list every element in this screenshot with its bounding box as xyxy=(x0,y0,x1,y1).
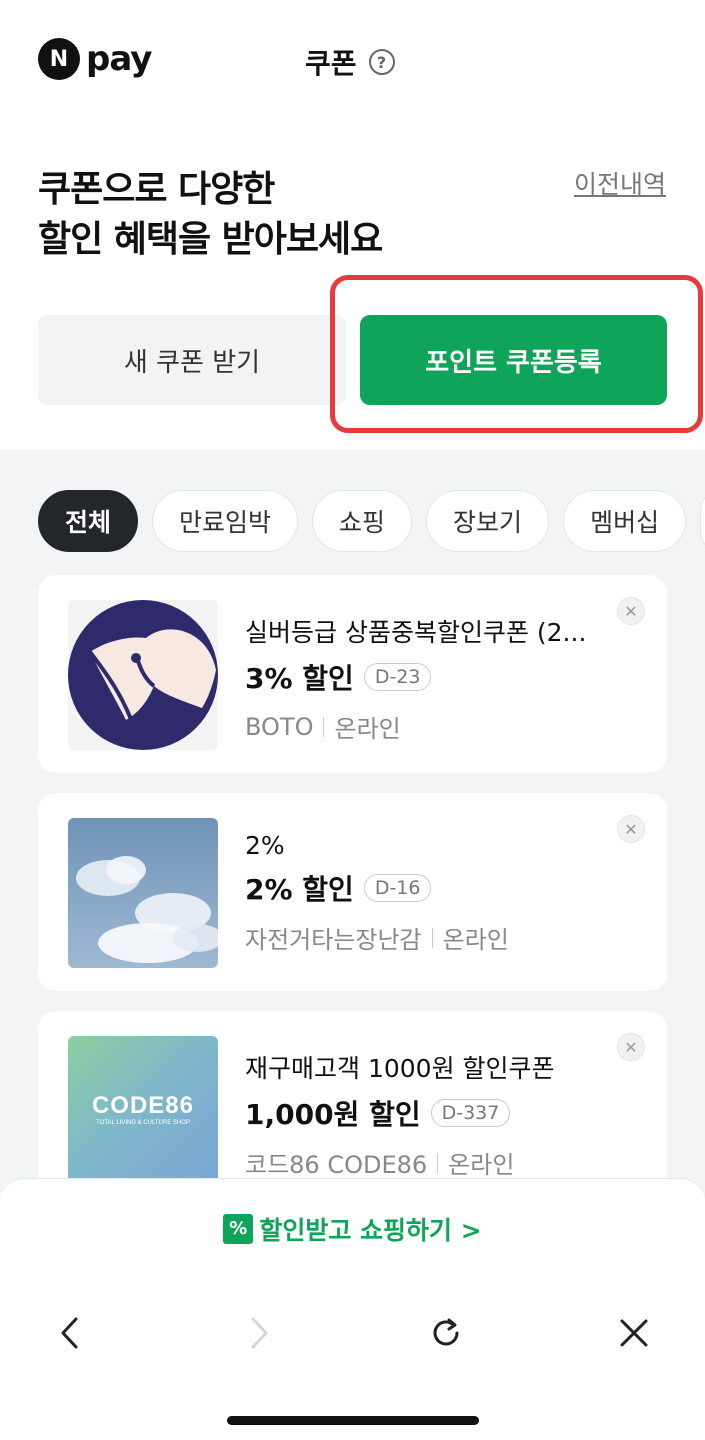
coupon-channel: 온라인 xyxy=(442,926,509,954)
filter-chip-membership[interactable]: 멤버십 xyxy=(563,490,687,552)
coupon-dday-badge: D-16 xyxy=(363,874,432,902)
boto-logo xyxy=(68,600,218,750)
forward-icon[interactable] xyxy=(234,1308,284,1358)
shop-with-discount-cta[interactable]: % 할인받고 쇼핑하기 > xyxy=(0,1178,705,1278)
filter-chip-grocery[interactable]: 장보기 xyxy=(426,490,550,552)
title-wrap: 쿠폰 ? xyxy=(305,42,395,82)
register-coupon-button[interactable]: 포인트 쿠폰등록 xyxy=(360,315,667,405)
help-icon[interactable]: ? xyxy=(368,49,395,75)
coupon-amount: 2% 할인 xyxy=(245,873,354,906)
coupon-card[interactable]: 2% 2% 할인 D-16 자전거타는장난감 온라인 ✕ xyxy=(38,793,667,991)
new-coupon-button[interactable]: 새 쿠폰 받기 xyxy=(38,315,346,405)
coupon-amount: 1,000원 할인 xyxy=(245,1098,421,1131)
coupon-amount: 3% 할인 xyxy=(245,662,354,695)
divider xyxy=(437,1152,439,1173)
headline-line-2: 할인 혜택을 받아보세요 xyxy=(38,219,383,260)
remove-coupon-close-icon[interactable]: ✕ xyxy=(617,815,645,843)
cta-label: 할인받고 쇼핑하기 > xyxy=(259,1215,482,1245)
sky-clouds-image xyxy=(68,818,218,968)
percent-icon: % xyxy=(223,1213,254,1244)
divider xyxy=(323,716,325,737)
hero: 쿠폰으로 다양한 할인 혜택을 받아보세요 이전내역 xyxy=(38,165,678,265)
coupon-store: 코드86 CODE86 xyxy=(245,1151,428,1179)
remove-coupon-close-icon[interactable]: ✕ xyxy=(617,1033,645,1061)
page-title: 쿠폰 xyxy=(305,47,357,80)
filter-chip-shopping[interactable]: 쇼핑 xyxy=(312,490,413,552)
code86-logo-text: CODE86 xyxy=(91,1092,195,1119)
npay-logo[interactable]: N pay xyxy=(38,38,152,80)
coupon-name: 재구매고객 1000원 할인쿠폰 xyxy=(245,1054,555,1083)
coupon-store: 자전거타는장난감 xyxy=(245,926,422,954)
coupon-dday-badge: D-337 xyxy=(430,1099,511,1127)
coupon-info: 2% 2% 할인 D-16 자전거타는장난감 온라인 xyxy=(245,831,605,955)
logo-badge: N xyxy=(38,38,80,80)
back-icon[interactable] xyxy=(45,1308,95,1358)
coupon-name: 2% xyxy=(245,831,285,860)
remove-coupon-close-icon[interactable]: ✕ xyxy=(617,597,645,625)
coupon-name: 실버등급 상품중복할인쿠폰 (2... xyxy=(245,618,587,647)
coupon-meta: 자전거타는장난감 온라인 xyxy=(245,920,605,955)
filter-chip-all[interactable]: 전체 xyxy=(38,490,139,552)
history-link[interactable]: 이전내역 xyxy=(574,165,666,201)
refresh-icon[interactable] xyxy=(421,1308,471,1358)
filter-chips: 전체 만료임박 쇼핑 장보기 멤버십 xyxy=(38,490,705,552)
coupon-amount-row: 2% 할인 D-16 xyxy=(245,868,605,908)
browser-nav-bar xyxy=(0,1278,705,1440)
home-indicator xyxy=(227,1416,479,1425)
logo-text: pay xyxy=(86,39,152,79)
coupon-amount-row: 1,000원 할인 D-337 xyxy=(245,1093,605,1133)
filter-chip-expiring[interactable]: 만료임박 xyxy=(152,490,299,552)
coupon-dday-badge: D-23 xyxy=(363,663,432,691)
divider xyxy=(431,927,433,948)
coupon-card[interactable]: 실버등급 상품중복할인쿠폰 (2... 3% 할인 D-23 BOTO 온라인 … xyxy=(38,575,667,773)
action-buttons: 새 쿠폰 받기 포인트 쿠폰등록 xyxy=(38,275,703,433)
filter-chip-more[interactable] xyxy=(700,490,705,552)
coupon-meta: 코드86 CODE86 온라인 xyxy=(245,1145,605,1180)
coupon-channel: 온라인 xyxy=(334,715,401,743)
coupon-info: 실버등급 상품중복할인쿠폰 (2... 3% 할인 D-23 BOTO 온라인 xyxy=(245,613,605,744)
coupon-store: BOTO xyxy=(245,712,314,741)
close-icon[interactable] xyxy=(609,1308,659,1358)
coupon-amount-row: 3% 할인 D-23 xyxy=(245,657,605,697)
code86-logo: CODE86 TOTAL LIVING & CULTURE SHOP xyxy=(68,1036,218,1186)
header: N pay 쿠폰 ? xyxy=(0,0,705,125)
code86-tagline: TOTAL LIVING & CULTURE SHOP xyxy=(96,1120,190,1126)
coupon-info: 재구매고객 1000원 할인쿠폰 1,000원 할인 D-337 코드86 CO… xyxy=(245,1049,605,1180)
coupon-meta: BOTO 온라인 xyxy=(245,709,605,744)
coupon-channel: 온라인 xyxy=(448,1151,515,1179)
